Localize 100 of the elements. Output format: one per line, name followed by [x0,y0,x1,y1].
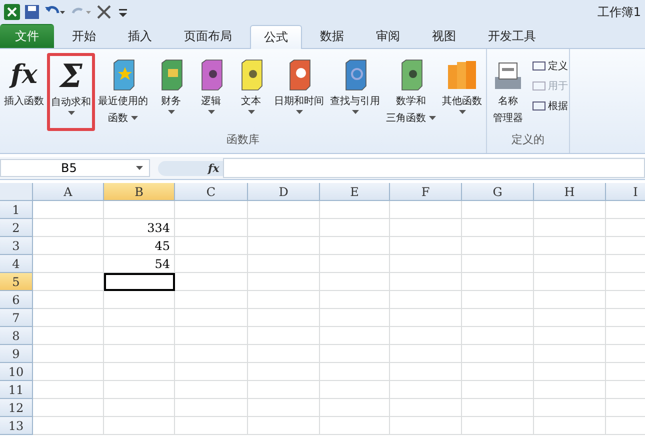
table-cell[interactable] [462,399,534,417]
table-cell[interactable] [462,219,534,237]
row-header[interactable]: 3 [0,237,33,255]
column-header[interactable]: H [534,183,606,201]
ribbon-button[interactable]: 逻辑 [191,53,231,131]
table-cell[interactable] [320,219,390,237]
table-cell[interactable] [390,345,462,363]
table-cell[interactable] [534,381,606,399]
ribbon-button[interactable]: 查找与引用 [327,53,383,131]
table-cell[interactable] [390,273,462,291]
ribbon-button[interactable]: 文本 [231,53,271,131]
row-header[interactable]: 11 [0,381,33,399]
table-cell[interactable] [175,309,248,327]
row-header[interactable]: 1 [0,201,33,219]
table-cell[interactable] [175,345,248,363]
name-box[interactable]: B5 [0,159,150,177]
table-cell[interactable] [248,237,320,255]
table-cell[interactable] [320,201,390,219]
ribbon-tab[interactable]: 审阅 [362,24,414,48]
table-cell[interactable] [390,291,462,309]
column-header[interactable]: I [606,183,645,201]
table-cell[interactable] [33,219,104,237]
row-header[interactable]: 6 [0,291,33,309]
table-cell[interactable] [175,273,248,291]
save-icon[interactable] [24,4,40,20]
table-cell[interactable] [33,273,104,291]
table-cell[interactable] [462,309,534,327]
table-cell[interactable] [320,237,390,255]
table-cell[interactable] [175,363,248,381]
column-header[interactable]: C [175,183,248,201]
ribbon-button[interactable]: fx 插入函数 [1,53,47,131]
table-cell[interactable] [320,345,390,363]
ribbon-tab[interactable]: 数据 [306,24,358,48]
ribbon-tab[interactable]: 公式 [250,25,302,49]
column-header[interactable]: B [104,183,175,201]
row-header[interactable]: 10 [0,363,33,381]
column-header[interactable]: D [248,183,320,201]
small-ribbon-button[interactable]: 定义 [532,59,568,73]
ribbon-tab[interactable]: 开始 [58,24,110,48]
table-cell[interactable] [462,381,534,399]
table-cell[interactable] [175,417,248,435]
row-header[interactable]: 7 [0,309,33,327]
table-cell[interactable] [534,417,606,435]
table-cell[interactable] [175,291,248,309]
table-cell[interactable] [320,327,390,345]
table-cell[interactable] [390,417,462,435]
table-cell[interactable] [104,201,175,219]
table-cell[interactable] [320,417,390,435]
active-cell[interactable] [104,273,175,291]
row-header[interactable]: 8 [0,327,33,345]
table-cell[interactable] [33,363,104,381]
table-cell[interactable] [320,309,390,327]
table-cell[interactable] [462,201,534,219]
table-cell[interactable] [248,201,320,219]
table-cell[interactable] [534,345,606,363]
table-cell[interactable] [320,363,390,381]
table-cell[interactable] [248,309,320,327]
table-cell[interactable] [390,309,462,327]
table-cell[interactable] [33,291,104,309]
table-cell[interactable]: 334 [104,219,175,237]
formula-input[interactable] [223,158,645,178]
table-cell[interactable] [248,381,320,399]
table-cell[interactable] [534,237,606,255]
table-cell[interactable] [534,399,606,417]
row-header[interactable]: 4 [0,255,33,273]
table-cell[interactable] [33,417,104,435]
table-cell[interactable] [534,309,606,327]
table-cell[interactable] [175,327,248,345]
ribbon-button[interactable]: 名称 管理器 [488,53,528,131]
table-cell[interactable] [390,327,462,345]
table-cell[interactable] [104,309,175,327]
ribbon-button[interactable]: 数学和 三角函数 [383,53,440,131]
table-cell[interactable] [33,237,104,255]
table-cell[interactable] [104,291,175,309]
table-cell[interactable] [104,327,175,345]
table-cell[interactable] [390,237,462,255]
table-cell[interactable] [390,399,462,417]
table-cell[interactable] [390,363,462,381]
table-cell[interactable] [534,201,606,219]
ribbon-button[interactable]: 其他函数 [439,53,486,131]
table-cell[interactable] [175,255,248,273]
column-header[interactable]: F [390,183,462,201]
row-header[interactable]: 12 [0,399,33,417]
table-cell[interactable] [320,291,390,309]
table-cell[interactable] [175,219,248,237]
ribbon-tab[interactable]: 视图 [418,24,470,48]
ribbon-tab[interactable]: 页面布局 [170,24,246,48]
ribbon-button[interactable]: 日期和时间 [271,53,327,131]
file-tab[interactable]: 文件 [0,24,54,48]
table-cell[interactable] [462,327,534,345]
table-cell[interactable]: 45 [104,237,175,255]
table-cell[interactable] [390,381,462,399]
table-cell[interactable] [175,237,248,255]
table-cell[interactable] [390,219,462,237]
column-header[interactable]: A [33,183,104,201]
table-cell[interactable] [534,291,606,309]
table-cell[interactable] [248,291,320,309]
table-cell[interactable] [248,363,320,381]
table-cell[interactable] [390,201,462,219]
ribbon-button[interactable]: 财务 [151,53,191,131]
